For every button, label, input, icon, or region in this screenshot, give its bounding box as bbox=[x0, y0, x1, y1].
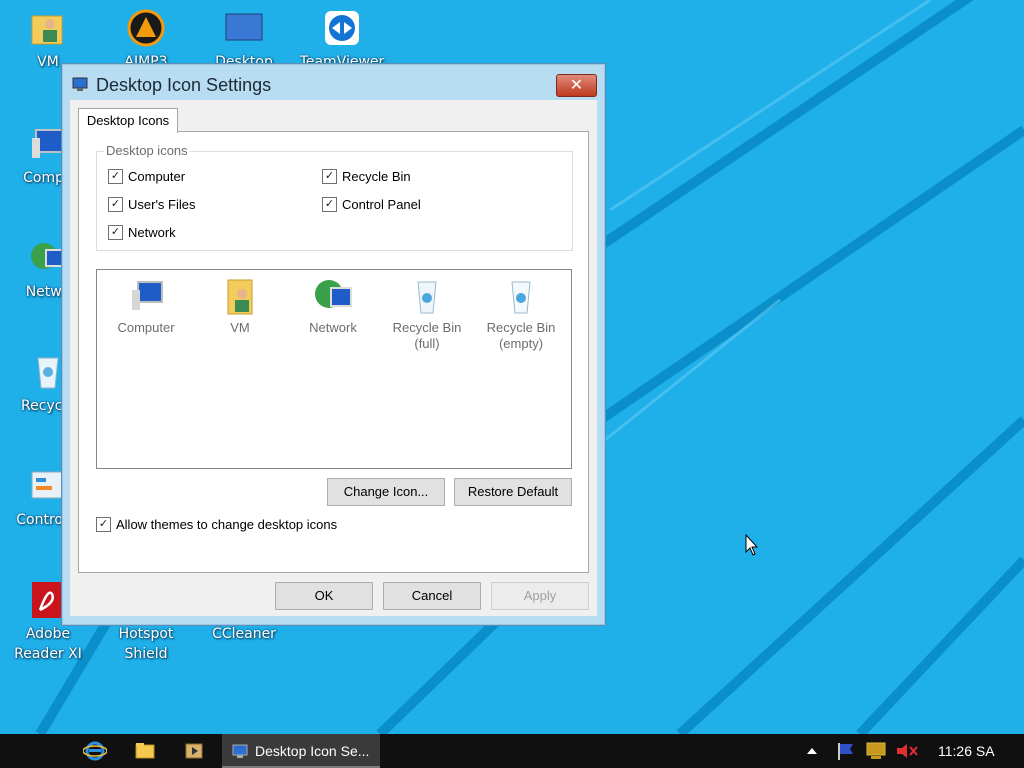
teamviewer-icon bbox=[325, 11, 359, 45]
checkbox-label: Network bbox=[128, 225, 176, 240]
list-item-label: Recycle Bin bbox=[392, 320, 462, 335]
list-item-label: Recycle Bin bbox=[486, 320, 556, 335]
change-icon-button[interactable]: Change Icon... bbox=[327, 478, 445, 506]
list-item-label: Computer bbox=[117, 320, 175, 335]
ok-button[interactable]: OK bbox=[275, 582, 373, 610]
ie-icon[interactable] bbox=[83, 739, 107, 763]
group-label: Desktop icons bbox=[104, 143, 190, 158]
check-mark-icon: ✓ bbox=[108, 197, 123, 213]
list-item-network[interactable]: Network bbox=[286, 276, 380, 336]
show-hidden-icons-icon[interactable] bbox=[806, 746, 818, 756]
desktop-icon-label: VM bbox=[37, 54, 59, 70]
list-item-recycle-bin-full[interactable]: Recycle Bin (full) bbox=[380, 276, 474, 352]
desktop-icon bbox=[225, 13, 263, 41]
mouse-cursor-icon bbox=[745, 534, 759, 556]
checkbox-network[interactable]: ✓ Network bbox=[108, 224, 176, 242]
checkbox-label: Allow themes to change desktop icons bbox=[116, 517, 338, 532]
network-icon bbox=[315, 280, 352, 308]
list-item-computer[interactable]: Computer bbox=[99, 276, 193, 336]
display-settings-icon bbox=[232, 744, 248, 758]
dialog-client-area: Desktop Icons Desktop icons ✓ Computer ✓ R… bbox=[70, 100, 597, 616]
list-item-sublabel: (full) bbox=[414, 336, 440, 351]
aimp-icon bbox=[127, 9, 165, 47]
check-mark-icon: ✓ bbox=[108, 225, 123, 241]
cancel-button[interactable]: Cancel bbox=[383, 582, 481, 610]
checkbox-label: Recycle Bin bbox=[342, 169, 411, 184]
list-item-label: Network bbox=[309, 320, 357, 335]
icon-list-view[interactable]: Computer VM Network Recycle Bin (full) R… bbox=[96, 269, 572, 469]
file-explorer-icon[interactable] bbox=[133, 739, 157, 763]
action-center-flag-icon[interactable] bbox=[835, 741, 855, 761]
desktop-icon-label: Hotspot Shield bbox=[118, 626, 174, 662]
checkbox-recycle-bin[interactable]: ✓ Recycle Bin bbox=[322, 168, 411, 186]
check-mark-icon: ✓ bbox=[322, 169, 337, 185]
desktop-icon-label: Adobe Reader XI bbox=[14, 626, 82, 662]
checkbox-computer[interactable]: ✓ Computer bbox=[108, 168, 185, 186]
check-mark-icon: ✓ bbox=[96, 517, 111, 533]
checkbox-label: Control Panel bbox=[342, 197, 421, 212]
checkbox-allow-themes[interactable]: ✓ Allow themes to change desktop icons bbox=[96, 516, 337, 534]
task-label: Desktop Icon Se... bbox=[255, 743, 370, 759]
taskbar: Desktop Icon Se... 11:26 SA bbox=[0, 734, 1024, 768]
list-item-recycle-bin-empty[interactable]: Recycle Bin (empty) bbox=[474, 276, 568, 352]
desktop-icon-label: CCleaner bbox=[212, 626, 276, 642]
restore-default-button[interactable]: Restore Default bbox=[454, 478, 572, 506]
checkbox-label: Computer bbox=[128, 169, 186, 184]
recycle-bin-empty-icon bbox=[511, 281, 531, 314]
computer-icon bbox=[132, 281, 163, 310]
checkbox-users-files[interactable]: ✓ User's Files bbox=[108, 196, 196, 214]
tab-desktop-icons[interactable]: Desktop Icons bbox=[78, 108, 178, 133]
recycle-bin-full-icon bbox=[417, 281, 437, 314]
close-button[interactable]: ✕ bbox=[556, 74, 597, 97]
desktop-icons-group: Desktop icons ✓ Computer ✓ Recycle Bin ✓ Us… bbox=[96, 143, 573, 251]
list-item-label: VM bbox=[230, 320, 250, 335]
network-status-icon[interactable] bbox=[865, 741, 887, 761]
list-item-vm[interactable]: VM bbox=[193, 276, 287, 336]
media-player-icon[interactable] bbox=[182, 739, 206, 763]
dialog-title: Desktop Icon Settings bbox=[96, 75, 272, 95]
list-item-sublabel: (empty) bbox=[498, 336, 544, 351]
user-folder-icon bbox=[227, 279, 253, 315]
check-mark-icon: ✓ bbox=[322, 197, 337, 213]
user-folder-icon bbox=[31, 15, 63, 45]
desktop-icon-settings-dialog: Desktop Icon Settings ✕ Desktop Icons De… bbox=[61, 63, 606, 626]
check-mark-icon: ✓ bbox=[108, 169, 123, 185]
taskbar-clock[interactable]: 11:26 SA bbox=[938, 734, 995, 768]
checkbox-control-panel[interactable]: ✓ Control Panel bbox=[322, 196, 421, 214]
volume-muted-icon[interactable] bbox=[895, 741, 919, 761]
display-settings-icon bbox=[72, 77, 88, 91]
taskbar-task-desktop-icon-settings[interactable]: Desktop Icon Se... bbox=[222, 734, 380, 768]
tab-panel: Desktop icons ✓ Computer ✓ Recycle Bin ✓ Us… bbox=[78, 131, 589, 573]
checkbox-label: User's Files bbox=[128, 197, 196, 212]
desktop: VM AIMP3 Desktop TeamViewer 8 Compu bbox=[0, 0, 1024, 734]
apply-button[interactable]: Apply bbox=[491, 582, 589, 610]
